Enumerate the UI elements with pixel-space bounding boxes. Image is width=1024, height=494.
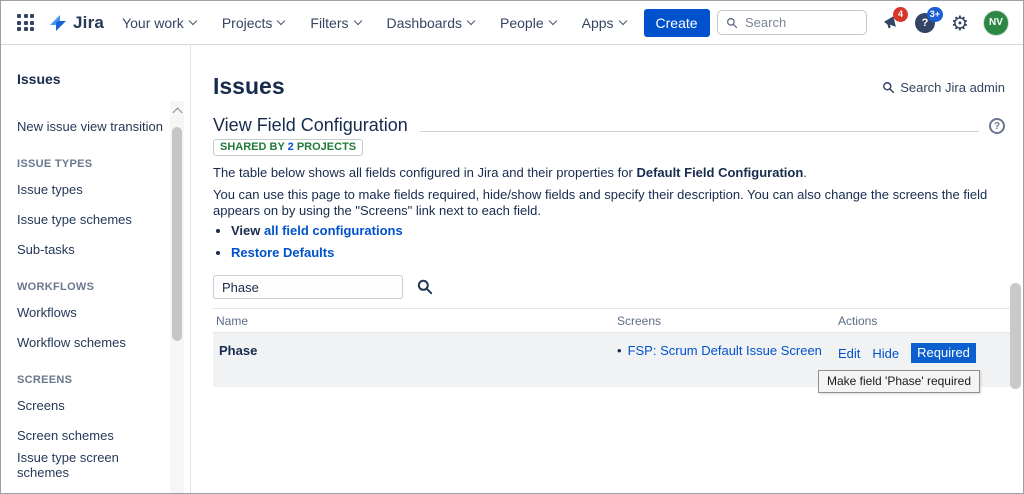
sidebar-item-issue-types[interactable]: Issue types [17,174,164,204]
chevron-down-icon [189,16,197,24]
help-button[interactable]: ? 3+ [913,10,937,36]
sidebar-item-workflows[interactable]: Workflows [17,297,164,327]
chevron-down-icon [277,16,285,24]
sidebar-scrollbar[interactable] [170,101,184,493]
screen-link[interactable]: FSP: Scrum Default Issue Screen [628,343,822,358]
column-header-actions: Actions [838,314,1013,328]
menu-apps[interactable]: Apps [582,15,626,31]
view-all-field-configurations-link[interactable]: all field configurations [264,223,403,238]
section-title: View Field Configuration [213,114,408,136]
sidebar-item-screens[interactable]: Screens [17,390,164,420]
main-menu: Your work Projects Filters Dashboards Pe… [122,15,625,31]
jira-logo-icon [48,13,68,33]
sidebar-item-workflow-schemes[interactable]: Workflow schemes [17,327,164,357]
page-body: Issues New issue view transition ISSUE T… [1,45,1023,493]
sidebar-section-workflows: WORKFLOWS [17,264,164,297]
table-header-row: Name Screens Actions [213,308,1013,333]
column-header-screens: Screens [617,314,838,328]
bullet: • [617,343,622,358]
filter-search-button[interactable] [417,279,433,295]
sidebar-item-issue-type-schemes[interactable]: Issue type schemes [17,204,164,234]
settings-button[interactable]: ⚙ [948,10,972,36]
sidebar-section-issue-types: ISSUE TYPES [17,141,164,174]
scroll-up-arrow-icon[interactable] [172,108,182,118]
config-name: Default Field Configuration [636,165,803,180]
menu-filters[interactable]: Filters [310,15,360,31]
divider [420,131,979,132]
search-icon [417,279,433,295]
admin-sidebar: Issues New issue view transition ISSUE T… [1,45,191,493]
column-header-name: Name [213,314,617,328]
main-content: Issues Search Jira admin View Field Conf… [191,45,1023,493]
app-switcher-icon[interactable] [17,14,34,31]
gear-icon: ⚙ [951,13,969,33]
hide-action-link[interactable]: Hide [872,346,899,361]
menu-dashboards[interactable]: Dashboards [387,15,475,31]
field-name: Phase [213,343,617,387]
avatar[interactable]: NV [983,10,1009,36]
menu-people[interactable]: People [500,15,556,31]
description-text: You can use this page to make fields req… [213,187,1005,219]
menu-projects[interactable]: Projects [222,15,285,31]
notifications-button[interactable]: 4 [878,10,902,36]
menu-your-work[interactable]: Your work [122,15,196,31]
search-icon [726,16,738,30]
chevron-down-icon [618,16,626,24]
quick-links-list: View all field configurations Restore De… [231,223,1005,261]
sidebar-item-new-issue-view-transition[interactable]: New issue view transition [17,111,164,141]
sidebar-item-sub-tasks[interactable]: Sub-tasks [17,234,164,264]
global-search-input[interactable] [745,15,858,30]
notifications-badge: 4 [893,7,908,22]
sidebar-title: Issues [17,71,164,87]
sidebar-item-screen-schemes[interactable]: Screen schemes [17,420,164,450]
field-filter-input[interactable] [213,275,403,299]
page-scrollbar-thumb[interactable] [1010,283,1021,389]
search-jira-admin-link[interactable]: Search Jira admin [882,80,1005,95]
global-search-box[interactable] [717,10,867,35]
sidebar-section-screens: SCREENS [17,357,164,390]
jira-logo[interactable]: Jira [48,13,104,33]
tooltip: Make field 'Phase' required [818,370,980,393]
list-item: Restore Defaults [231,245,1005,261]
page-title: Issues [213,73,285,100]
edit-action-link[interactable]: Edit [838,346,860,361]
sidebar-scrollbar-thumb[interactable] [172,127,182,341]
jira-logo-text: Jira [73,13,104,33]
help-badge: 3+ [927,7,943,22]
search-icon [882,81,895,94]
list-item: View all field configurations [231,223,1005,239]
create-button[interactable]: Create [644,9,710,37]
restore-defaults-link[interactable]: Restore Defaults [231,245,334,260]
shared-projects-badge[interactable]: SHARED BY 2 PROJECTS [213,139,363,156]
sidebar-item-issue-type-screen-schemes[interactable]: Issue type screen schemes [17,450,164,480]
section-help-icon[interactable]: ? [989,118,1005,134]
intro-text: The table below shows all fields configu… [213,165,1005,181]
top-navbar: Jira Your work Projects Filters Dashboar… [1,1,1023,45]
chevron-down-icon [467,16,475,24]
chevron-down-icon [548,16,556,24]
navbar-right-cluster: 4 ? 3+ ⚙ NV [717,10,1009,36]
field-screens-cell: • FSP: Scrum Default Issue Screen [617,343,838,387]
required-action-link[interactable]: Required [911,343,976,363]
chevron-down-icon [353,16,361,24]
jira-window: Jira Your work Projects Filters Dashboar… [0,0,1024,494]
